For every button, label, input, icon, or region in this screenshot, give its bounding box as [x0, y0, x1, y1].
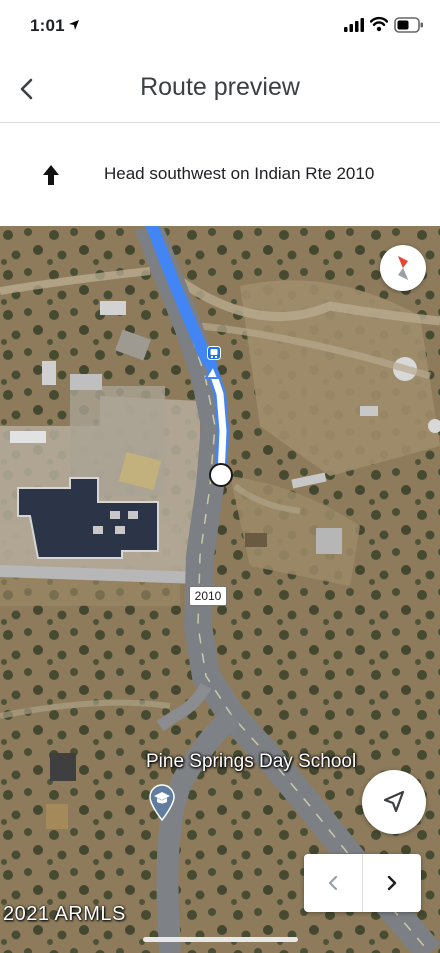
page-title: Route preview [140, 73, 300, 101]
navigation-button[interactable] [362, 770, 426, 834]
step-navigation [304, 854, 421, 912]
map-view[interactable]: 2010 Pine Springs Day School 2021 ARMLS [0, 226, 440, 953]
chevron-left-icon [328, 875, 338, 891]
navigation-arrow-icon [383, 790, 405, 813]
poi-label[interactable]: Pine Springs Day School [146, 751, 356, 773]
compass-button[interactable] [380, 245, 426, 291]
wifi-icon [370, 16, 388, 32]
bus-stop-icon[interactable] [207, 346, 221, 360]
step-instruction: Head southwest on Indian Rte 2010 [104, 164, 375, 183]
location-arrow-icon [69, 20, 79, 30]
battery-icon [394, 17, 423, 33]
map-copyright: 2021 ARMLS [3, 903, 126, 925]
school-pin-icon[interactable] [148, 783, 176, 821]
chevron-right-icon [387, 875, 397, 891]
signal-icon [344, 18, 364, 32]
up-arrow-icon [43, 165, 59, 185]
status-time: 1:01 [30, 16, 65, 35]
route-shield: 2010 [189, 586, 227, 606]
home-indicator [143, 937, 298, 942]
direction-step: Head southwest on Indian Rte 2010 [0, 123, 440, 226]
next-step-button[interactable] [363, 854, 421, 912]
compass-icon [397, 255, 409, 281]
previous-step-button[interactable] [304, 854, 363, 912]
header: Route preview [0, 54, 440, 123]
status-bar: 1:01 [0, 0, 440, 54]
